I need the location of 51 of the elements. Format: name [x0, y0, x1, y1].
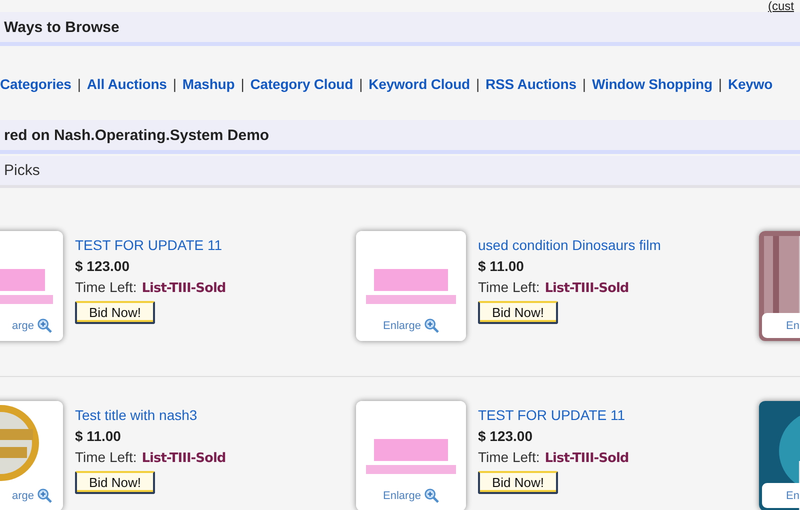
time-left-value: List-TIII-Sold [544, 451, 629, 466]
browse-link[interactable]: Mashup [182, 76, 235, 92]
thumbnail-card[interactable]: arge [0, 231, 63, 341]
time-left-label: Time Left: [478, 279, 540, 295]
item-title-link[interactable]: TEST FOR UPDATE 11 [478, 407, 626, 423]
thumbnail-card[interactable]: Enlarge [356, 231, 466, 341]
bid-now-button[interactable]: Bid Now! [75, 471, 156, 494]
time-left-label: Time Left: [75, 279, 137, 295]
tab-title: Picks [4, 162, 40, 179]
browse-link[interactable]: RSS Auctions [486, 76, 576, 92]
browse-link[interactable]: All Auctions [86, 76, 167, 92]
time-left-label: Time Left: [478, 449, 540, 465]
customize-link[interactable]: (cust [768, 0, 794, 12]
thumbnail-card[interactable]: arge [0, 401, 63, 510]
separator-text: | [476, 76, 480, 92]
browse-link[interactable]: Category Cloud [250, 76, 354, 92]
bid-now-button[interactable]: Bid Now! [75, 301, 156, 324]
thumbnail-card[interactable]: Enlarge [356, 401, 466, 510]
browse-link[interactable]: Keyword Cloud [368, 76, 470, 92]
separator-text: | [582, 76, 586, 92]
separator-text: | [77, 76, 81, 92]
item-title-link[interactable]: used condition Dinosaurs film [478, 237, 661, 253]
enlarge-button[interactable]: En [762, 313, 800, 338]
section-title: red on Nash.Operating.System Demo [4, 126, 270, 144]
time-left-label: Time Left: [75, 449, 137, 465]
separator-text: | [359, 76, 363, 92]
section-title: Ways to Browse [4, 18, 120, 36]
price-text: $ 11.00 [75, 428, 121, 444]
price-text: $ 123.00 [75, 258, 130, 274]
price-text: $ 11.00 [478, 258, 524, 274]
separator-text: | [718, 76, 722, 92]
zoom-in-icon [37, 318, 52, 333]
price-text: $ 123.00 [478, 428, 532, 444]
bid-now-button[interactable]: Bid Now! [478, 471, 558, 494]
browse-link[interactable]: Keywo [728, 76, 773, 92]
time-left-value: List-TIII-Sold [142, 451, 226, 466]
separator-text: | [172, 76, 176, 92]
zoom-in-icon [424, 318, 439, 333]
item-title-link[interactable]: Test title with nash3 [75, 407, 198, 423]
item-title-link[interactable]: TEST FOR UPDATE 11 [75, 237, 222, 253]
zoom-in-icon [424, 488, 439, 503]
browse-link[interactable]: Window Shopping [592, 76, 712, 92]
thumbnail-card[interactable]: En [759, 401, 800, 510]
time-left-value: List-TIII-Sold [142, 281, 226, 296]
enlarge-button[interactable]: En [762, 483, 800, 508]
time-left-value: List-TIII-Sold [544, 281, 629, 296]
separator-text: | [240, 76, 244, 92]
browse-link[interactable]: Categories [0, 76, 72, 92]
thumbnail-card[interactable]: En [759, 231, 800, 341]
bid-now-button[interactable]: Bid Now! [478, 301, 558, 324]
zoom-in-icon [37, 488, 52, 503]
